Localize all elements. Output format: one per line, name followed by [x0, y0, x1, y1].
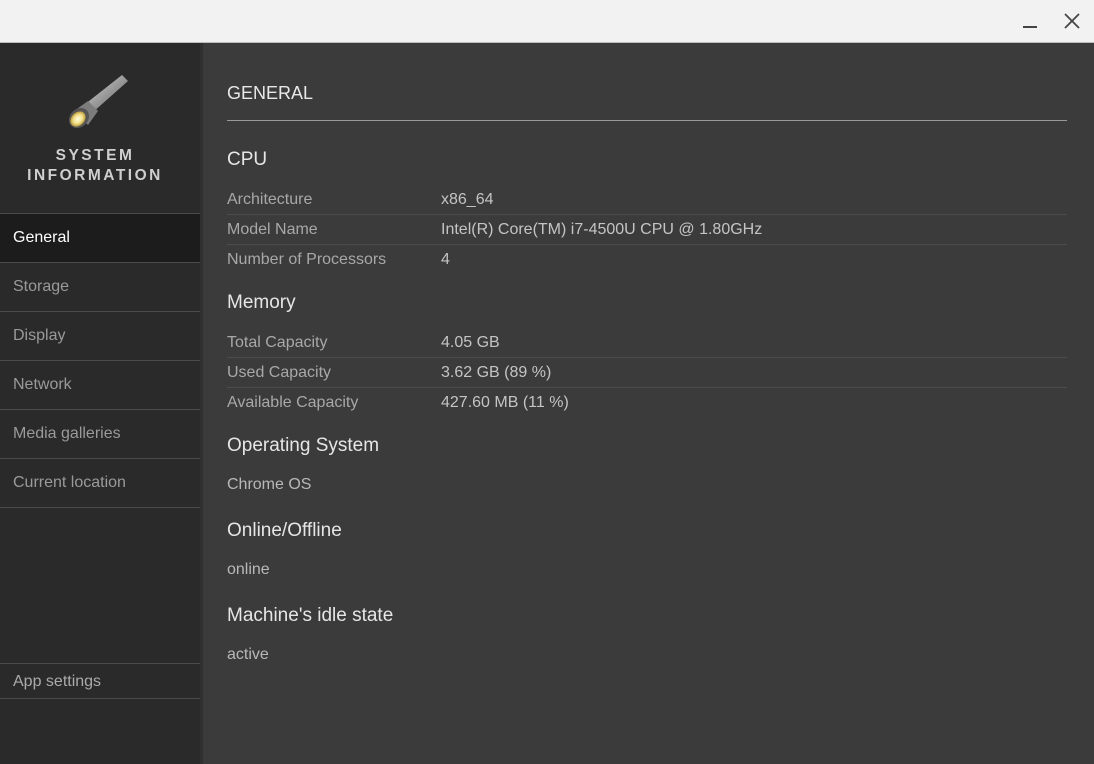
- main-content: GENERAL CPU Architecture x86_64 Model Na…: [203, 43, 1094, 764]
- idle-value: active: [227, 646, 269, 663]
- table-row: Available Capacity 427.60 MB (11 %): [227, 388, 1067, 417]
- row-value: 3.62 GB (89 %): [441, 364, 552, 381]
- row-value: Intel(R) Core(TM) i7-4500U CPU @ 1.80GHz: [441, 221, 763, 238]
- app-logo: SYSTEM INFORMATION: [0, 43, 200, 213]
- row-value: 4: [441, 251, 450, 268]
- sidebar-item-media-galleries[interactable]: Media galleries: [0, 410, 200, 459]
- sidebar-item-general[interactable]: General: [0, 214, 200, 263]
- memory-heading: Memory: [227, 292, 296, 313]
- row-key: Available Capacity: [227, 394, 359, 411]
- os-value: Chrome OS: [227, 476, 312, 493]
- app-name-line2: INFORMATION: [27, 167, 163, 184]
- row-key: Number of Processors: [227, 251, 387, 268]
- app-name: SYSTEM INFORMATION: [0, 146, 190, 186]
- row-value: x86_64: [441, 191, 494, 208]
- cpu-table: Architecture x86_64 Model Name Intel(R) …: [227, 185, 1067, 274]
- minimize-icon: [1023, 26, 1037, 28]
- sidebar-item-network[interactable]: Network: [0, 361, 200, 410]
- page-title: GENERAL: [227, 83, 314, 103]
- minimize-button[interactable]: [1015, 6, 1045, 36]
- memory-table: Total Capacity 4.05 GB Used Capacity 3.6…: [227, 328, 1067, 417]
- table-row: Model Name Intel(R) Core(TM) i7-4500U CP…: [227, 215, 1067, 245]
- table-row: Used Capacity 3.62 GB (89 %): [227, 358, 1067, 388]
- app-name-line1: SYSTEM: [55, 147, 135, 164]
- flashlight-icon: [68, 75, 128, 129]
- row-value: 427.60 MB (11 %): [441, 394, 569, 411]
- sidebar-nav: General Storage Display Network Media ga…: [0, 213, 200, 508]
- table-row: Number of Processors 4: [227, 245, 1067, 274]
- sidebar-item-display[interactable]: Display: [0, 312, 200, 361]
- online-heading: Online/Offline: [227, 520, 342, 541]
- close-icon: [1064, 13, 1080, 29]
- title-divider: [227, 120, 1067, 121]
- window-titlebar: [0, 0, 1094, 43]
- row-value: 4.05 GB: [441, 334, 500, 351]
- online-value: online: [227, 561, 270, 578]
- row-key: Total Capacity: [227, 334, 328, 351]
- sidebar-item-storage[interactable]: Storage: [0, 263, 200, 312]
- table-row: Architecture x86_64: [227, 185, 1067, 215]
- os-heading: Operating System: [227, 435, 380, 456]
- row-key: Architecture: [227, 191, 313, 208]
- row-key: Model Name: [227, 221, 318, 238]
- sidebar-item-current-location[interactable]: Current location: [0, 459, 200, 508]
- close-button[interactable]: [1057, 6, 1087, 36]
- row-key: Used Capacity: [227, 364, 332, 381]
- table-row: Total Capacity 4.05 GB: [227, 328, 1067, 358]
- idle-heading: Machine's idle state: [227, 605, 394, 626]
- app-settings-button[interactable]: App settings: [0, 663, 200, 699]
- cpu-heading: CPU: [227, 149, 268, 170]
- sidebar: SYSTEM INFORMATION General Storage Displ…: [0, 43, 203, 764]
